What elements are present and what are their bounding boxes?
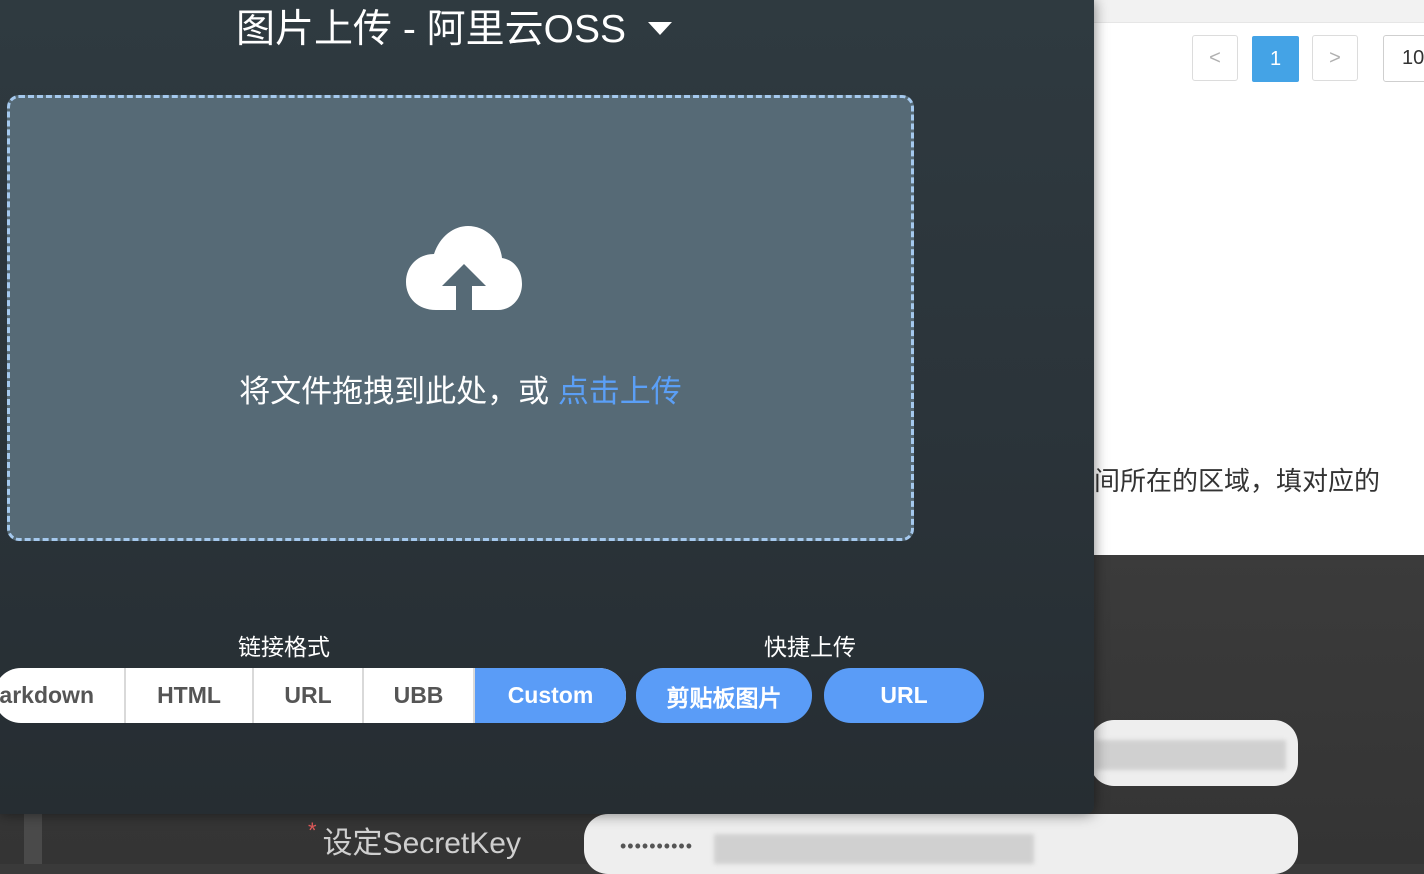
link-format-label: 链接格式 [238, 634, 330, 660]
quick-upload-label: 快捷上传 [764, 634, 856, 660]
access-key-input[interactable] [1090, 720, 1298, 786]
uploader-picker[interactable]: 图片上传 - 阿里云OSS [236, 4, 673, 51]
background-toolbar [1094, 0, 1424, 23]
upload-dropzone[interactable]: 将文件拖拽到此处，或 点击上传 [7, 95, 914, 541]
format-custom-button[interactable]: Custom [475, 668, 626, 723]
clipboard-upload-button[interactable]: 剪贴板图片 [636, 668, 812, 723]
obscured-value [1096, 740, 1286, 770]
obscured-value [714, 834, 1034, 864]
region-hint-text: 间所在的区域，填对应的 [1094, 466, 1381, 496]
pager-next-button[interactable]: > [1312, 35, 1358, 81]
format-url-button[interactable]: URL [254, 668, 364, 723]
link-format-group: Markdown HTML URL UBB Custom [0, 668, 626, 723]
caret-down-icon[interactable] [648, 21, 673, 35]
pager-prev-button[interactable]: < [1192, 35, 1238, 81]
upload-panel: 图片上传 - 阿里云OSS 将文件拖拽到此处，或 点击上传 链接格式 快捷上传 … [0, 0, 1094, 814]
click-upload-link[interactable]: 点击上传 [558, 374, 682, 409]
secret-key-label: * 设定SecretKey [308, 818, 521, 860]
page-size-select[interactable]: 10 [1383, 35, 1424, 82]
dropzone-instruction: 将文件拖拽到此处，或 点击上传 [239, 374, 682, 409]
url-upload-button[interactable]: URL [824, 668, 984, 723]
format-html-button[interactable]: HTML [126, 668, 254, 723]
cloud-upload-icon [406, 226, 522, 312]
pager-page-1[interactable]: 1 [1252, 36, 1299, 82]
format-markdown-button[interactable]: Markdown [0, 668, 126, 723]
format-ubb-button[interactable]: UBB [364, 668, 475, 723]
required-mark: * [308, 818, 317, 843]
page-title: 图片上传 - 阿里云OSS [236, 8, 627, 51]
secret-key-value: •••••••••• [620, 836, 694, 856]
form-side-bar [24, 814, 42, 864]
